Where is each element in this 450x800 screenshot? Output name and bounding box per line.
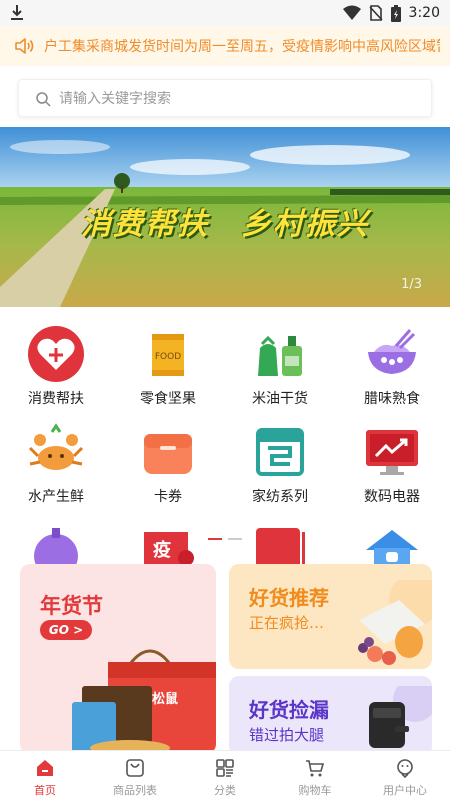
home-icon <box>37 760 53 776</box>
crab-icon <box>28 423 84 470</box>
towel-icon <box>256 428 304 476</box>
banner-pager: 1/3 <box>401 277 422 292</box>
search-icon <box>36 92 51 107</box>
snack-bag-icon: FOOD <box>152 334 184 376</box>
fruit-basket-image <box>358 580 432 665</box>
category-item-extra-4[interactable] <box>336 516 448 564</box>
grid-indicator-inactive <box>228 538 242 540</box>
category-label: 消费帮扶 <box>28 391 84 407</box>
nav-label: 用户中心 <box>383 784 427 797</box>
svg-text:疫: 疫 <box>153 539 171 561</box>
category-label: 零食坚果 <box>140 391 196 407</box>
gift-bag-image <box>72 649 216 754</box>
banner-carousel[interactable]: 消费帮扶 乡村振兴 1/3 <box>0 127 450 307</box>
category-item-extra-1[interactable] <box>0 516 112 564</box>
category-label: 卡券 <box>154 489 182 505</box>
bargain-subtitle: 错过拍大腿 <box>249 726 325 744</box>
status-bar: 3:20 <box>0 0 450 26</box>
nav-category[interactable]: 分类 <box>180 751 270 800</box>
category-label: 水产生鲜 <box>28 489 84 505</box>
promo-card-recommend[interactable]: 好货推荐 正在疯抢… <box>229 564 432 669</box>
category-label: 家纺系列 <box>252 489 308 505</box>
red-book-icon <box>256 528 305 564</box>
wifi-icon <box>342 5 361 20</box>
heart-plus-icon <box>28 326 84 382</box>
promo-card-festival[interactable]: 年货节 GO > 松鼠 <box>20 564 216 754</box>
category-item-extra-3[interactable] <box>224 516 336 564</box>
brand-label: 松鼠 <box>152 692 179 707</box>
epidemic-badge-icon: 疫 <box>144 532 194 564</box>
festival-title: 年货节 <box>40 594 103 618</box>
notice-bar[interactable]: 户工集采商城发货时间为周一至周五，受疫情影响中高风险区域暂 <box>0 26 450 66</box>
category-item-cured-meat[interactable]: 腊味熟食 <box>336 318 448 408</box>
bottom-nav: 首页 商品列表 分类 购物车 用户中心 <box>0 750 450 800</box>
banner-slogan: 消费帮扶 乡村振兴 <box>81 207 369 242</box>
category-item-rice-oil[interactable]: 米油干货 <box>224 318 336 408</box>
category-label: 腊味熟食 <box>364 391 420 407</box>
product-list-icon <box>126 759 144 777</box>
nav-product-list[interactable]: 商品列表 <box>90 751 180 800</box>
download-icon <box>11 5 23 20</box>
rice-oil-icon <box>258 335 302 376</box>
festival-go-button[interactable]: GO > <box>40 620 92 640</box>
category-item-home-textiles[interactable]: 家纺系列 <box>224 416 336 506</box>
category-icon <box>216 759 234 777</box>
category-item-snacks[interactable]: FOOD 零食坚果 <box>112 318 224 408</box>
noodle-bowl-icon <box>368 329 416 374</box>
cart-icon <box>306 760 325 777</box>
promo-card-bargain[interactable]: 好货捡漏 错过拍大腿 <box>229 676 432 756</box>
category-item-cards-coupons[interactable]: 卡券 <box>112 416 224 506</box>
nav-cart[interactable]: 购物车 <box>270 751 360 800</box>
air-fryer-image <box>369 686 432 748</box>
search-input[interactable] <box>59 88 419 110</box>
recommend-title: 好货推荐 <box>249 586 329 610</box>
category-item-digital[interactable]: 数码电器 <box>336 416 448 506</box>
notice-text: 户工集采商城发货时间为周一至周五，受疫情影响中高风险区域暂 <box>44 39 440 55</box>
nav-user-center[interactable]: 用户中心 <box>360 751 450 800</box>
search-bar[interactable] <box>18 79 432 117</box>
no-sim-icon <box>368 5 383 21</box>
grid-indicator-active <box>208 538 222 540</box>
nav-label: 购物车 <box>298 784 332 797</box>
nav-label: 分类 <box>214 784 236 797</box>
nav-label: 商品列表 <box>113 784 157 797</box>
purple-box-icon <box>34 528 78 564</box>
nav-label: 首页 <box>34 784 56 797</box>
bargain-title: 好货捡漏 <box>249 698 329 722</box>
nav-home[interactable]: 首页 <box>0 751 90 800</box>
battery-icon <box>390 4 401 22</box>
recommend-subtitle: 正在疯抢… <box>249 614 325 632</box>
category-label: 数码电器 <box>364 489 420 505</box>
category-item-consumption-aid[interactable]: 消费帮扶 <box>0 318 112 408</box>
house-icon <box>366 530 418 564</box>
category-item-extra-2[interactable]: 疫 <box>112 516 224 564</box>
monitor-icon <box>366 430 418 475</box>
svg-text:FOOD: FOOD <box>155 352 181 362</box>
user-center-icon <box>397 759 413 778</box>
status-time: 3:20 <box>408 5 440 21</box>
category-item-seafood[interactable]: 水产生鲜 <box>0 416 112 506</box>
category-label: 米油干货 <box>252 391 308 407</box>
speaker-icon <box>15 38 34 54</box>
wallet-icon <box>144 434 192 474</box>
